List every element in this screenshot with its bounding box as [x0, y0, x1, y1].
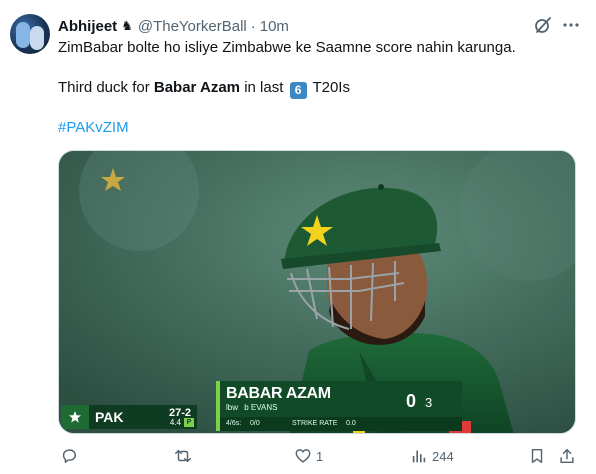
batter-balls: 3 [425, 395, 433, 410]
grok-icon[interactable] [533, 15, 553, 35]
batter-stats-row: 4/6s: 0/0 STRIKE RATE 0.0 [220, 417, 462, 431]
reply-icon [62, 449, 77, 464]
retweet-icon [175, 449, 191, 463]
text-suffix: T20Is [312, 79, 350, 96]
tweet-media-image[interactable]: PAK 27-2 4.4 P BABAR AZAM lbw b EVANS 0 … [58, 150, 576, 434]
team-overs: 4.4 [169, 418, 181, 427]
views-button[interactable]: 244 [410, 446, 454, 466]
fours-sixes-label: 4/6s: [226, 420, 242, 427]
keycap-six-emoji: 6 [289, 82, 307, 99]
like-button[interactable]: 1 [294, 446, 323, 466]
bookmark-button[interactable] [528, 446, 546, 466]
retweet-button[interactable] [174, 446, 196, 466]
tweet-text-line-2: Third duck for Babar Azam in last 6 T20I… [58, 78, 350, 99]
like-count: 1 [316, 448, 324, 464]
powerplay-badge: P [184, 418, 194, 427]
tweet[interactable]: Abhijeet ♞ @TheYorkerBall · 10m ZimBabar… [0, 0, 596, 474]
strike-rate-value: 0.0 [346, 420, 356, 427]
reply-button[interactable] [60, 446, 82, 466]
like-icon [295, 449, 311, 463]
scorebug-team: PAK 27-2 4.4 P [61, 405, 197, 429]
author-name[interactable]: Abhijeet [58, 18, 117, 35]
verified-badge-icon: ♞ [121, 18, 133, 33]
batter-runs: 0 [406, 391, 417, 411]
author-handle[interactable]: @TheYorkerBall [138, 18, 247, 35]
dismissal-bowler: b EVANS [244, 403, 278, 412]
views-icon [412, 450, 426, 463]
text-prefix: Third duck for [58, 79, 150, 96]
separator-dot: · [250, 17, 256, 35]
player-name: Babar Azam [153, 79, 241, 96]
share-icon [560, 448, 574, 464]
tweet-header: Abhijeet ♞ @TheYorkerBall · 10m [58, 16, 289, 36]
bookmark-icon [531, 448, 543, 464]
more-icon[interactable] [561, 15, 581, 35]
avatar[interactable] [10, 14, 50, 54]
team-name: PAK [95, 409, 124, 425]
hashtag-link[interactable]: #PAKvZIM [58, 118, 129, 138]
tweet-actions: 1 244 [58, 446, 578, 466]
timestamp[interactable]: 10m [260, 18, 289, 35]
views-count: 244 [432, 448, 454, 464]
dismissal-info: lbw b EVANS [226, 403, 277, 412]
scorebug-batter: BABAR AZAM lbw b EVANS 0 3 4/6s: 0/0 STR… [216, 381, 462, 431]
share-button[interactable] [558, 446, 576, 466]
batter-name: BABAR AZAM [226, 385, 331, 402]
dismissal-type: lbw [226, 403, 239, 412]
fours-sixes-value: 0/0 [250, 420, 260, 427]
text-mid: in last [244, 79, 284, 96]
pak-crest-icon [61, 405, 89, 429]
strike-rate-label: STRIKE RATE [292, 420, 338, 427]
tweet-text-line-1: ZimBabar bolte ho isliye Zimbabwe ke Saa… [58, 39, 516, 56]
